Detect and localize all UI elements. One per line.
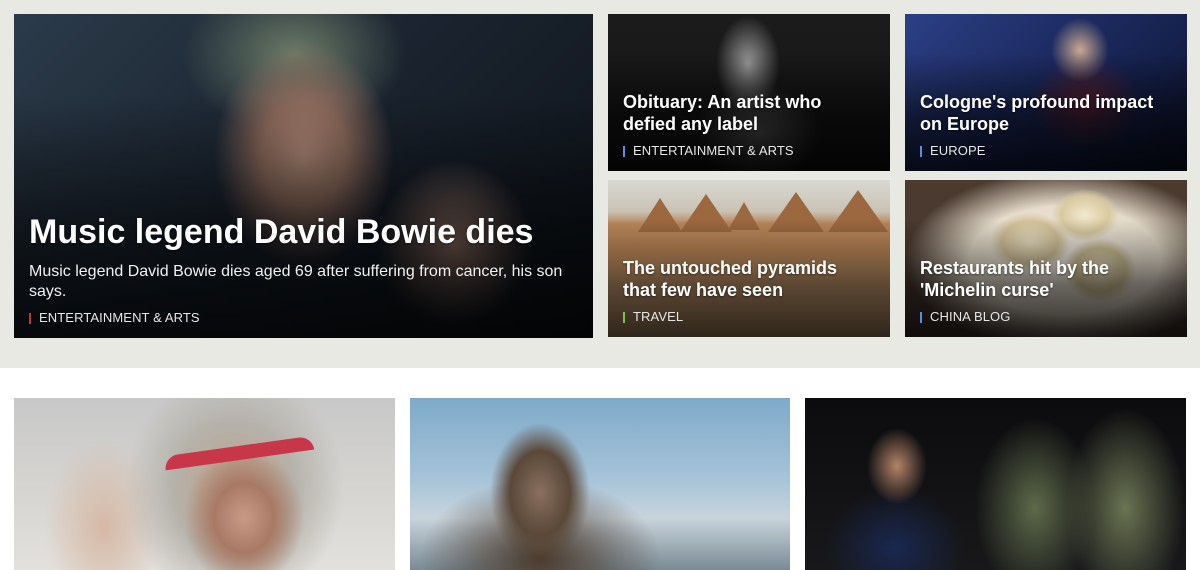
- hero-summary: Music legend David Bowie dies aged 69 af…: [29, 263, 563, 300]
- story-headline[interactable]: The untouched pyramids that few have see…: [623, 257, 875, 301]
- story-text: Cologne's profound impact on Europe EURO…: [920, 91, 1172, 159]
- story-text: Restaurants hit by the 'Michelin curse' …: [920, 257, 1172, 325]
- tag-bar-icon: [623, 311, 625, 323]
- tag-bar-icon: [920, 311, 922, 323]
- tag-bar-icon: [920, 145, 922, 157]
- story-card-restaurants[interactable]: Restaurants hit by the 'Michelin curse' …: [905, 180, 1187, 337]
- story-headline[interactable]: Obituary: An artist who defied any label: [623, 91, 875, 135]
- story-text: The untouched pyramids that few have see…: [623, 257, 875, 325]
- story-headline[interactable]: Restaurants hit by the 'Michelin curse': [920, 257, 1172, 301]
- hero-story-card[interactable]: Music legend David Bowie dies Music lege…: [14, 14, 593, 338]
- story-headline[interactable]: Cologne's profound impact on Europe: [920, 91, 1172, 135]
- hero-section-tag-label: ENTERTAINMENT & ARTS: [39, 310, 200, 325]
- story-section-tag-label: TRAVEL: [633, 309, 684, 324]
- story-text: Obituary: An artist who defied any label…: [623, 91, 875, 159]
- tag-bar-icon: [29, 312, 31, 324]
- hero-headline[interactable]: Music legend David Bowie dies: [29, 212, 573, 252]
- hero-text: Music legend David Bowie dies Music lege…: [29, 212, 573, 326]
- story-section-tag[interactable]: EUROPE: [920, 143, 1172, 159]
- story-image-arrest[interactable]: [805, 398, 1186, 570]
- story-section-tag[interactable]: TRAVEL: [623, 309, 875, 325]
- story-card-cologne[interactable]: Cologne's profound impact on Europe EURO…: [905, 14, 1187, 171]
- story-image-film-still[interactable]: [410, 398, 790, 570]
- story-section-tag-label: EUROPE: [930, 143, 986, 158]
- hero-section-tag[interactable]: ENTERTAINMENT & ARTS: [29, 310, 573, 326]
- story-section-tag[interactable]: CHINA BLOG: [920, 309, 1172, 325]
- story-image-baby[interactable]: [14, 398, 395, 570]
- story-section-tag[interactable]: ENTERTAINMENT & ARTS: [623, 143, 875, 159]
- story-card-obituary[interactable]: Obituary: An artist who defied any label…: [608, 14, 890, 171]
- story-section-tag-label: ENTERTAINMENT & ARTS: [633, 143, 794, 158]
- story-card-pyramids[interactable]: The untouched pyramids that few have see…: [608, 180, 890, 337]
- tag-bar-icon: [623, 145, 625, 157]
- knit-hat-stripe: [163, 435, 315, 471]
- story-section-tag-label: CHINA BLOG: [930, 309, 1011, 324]
